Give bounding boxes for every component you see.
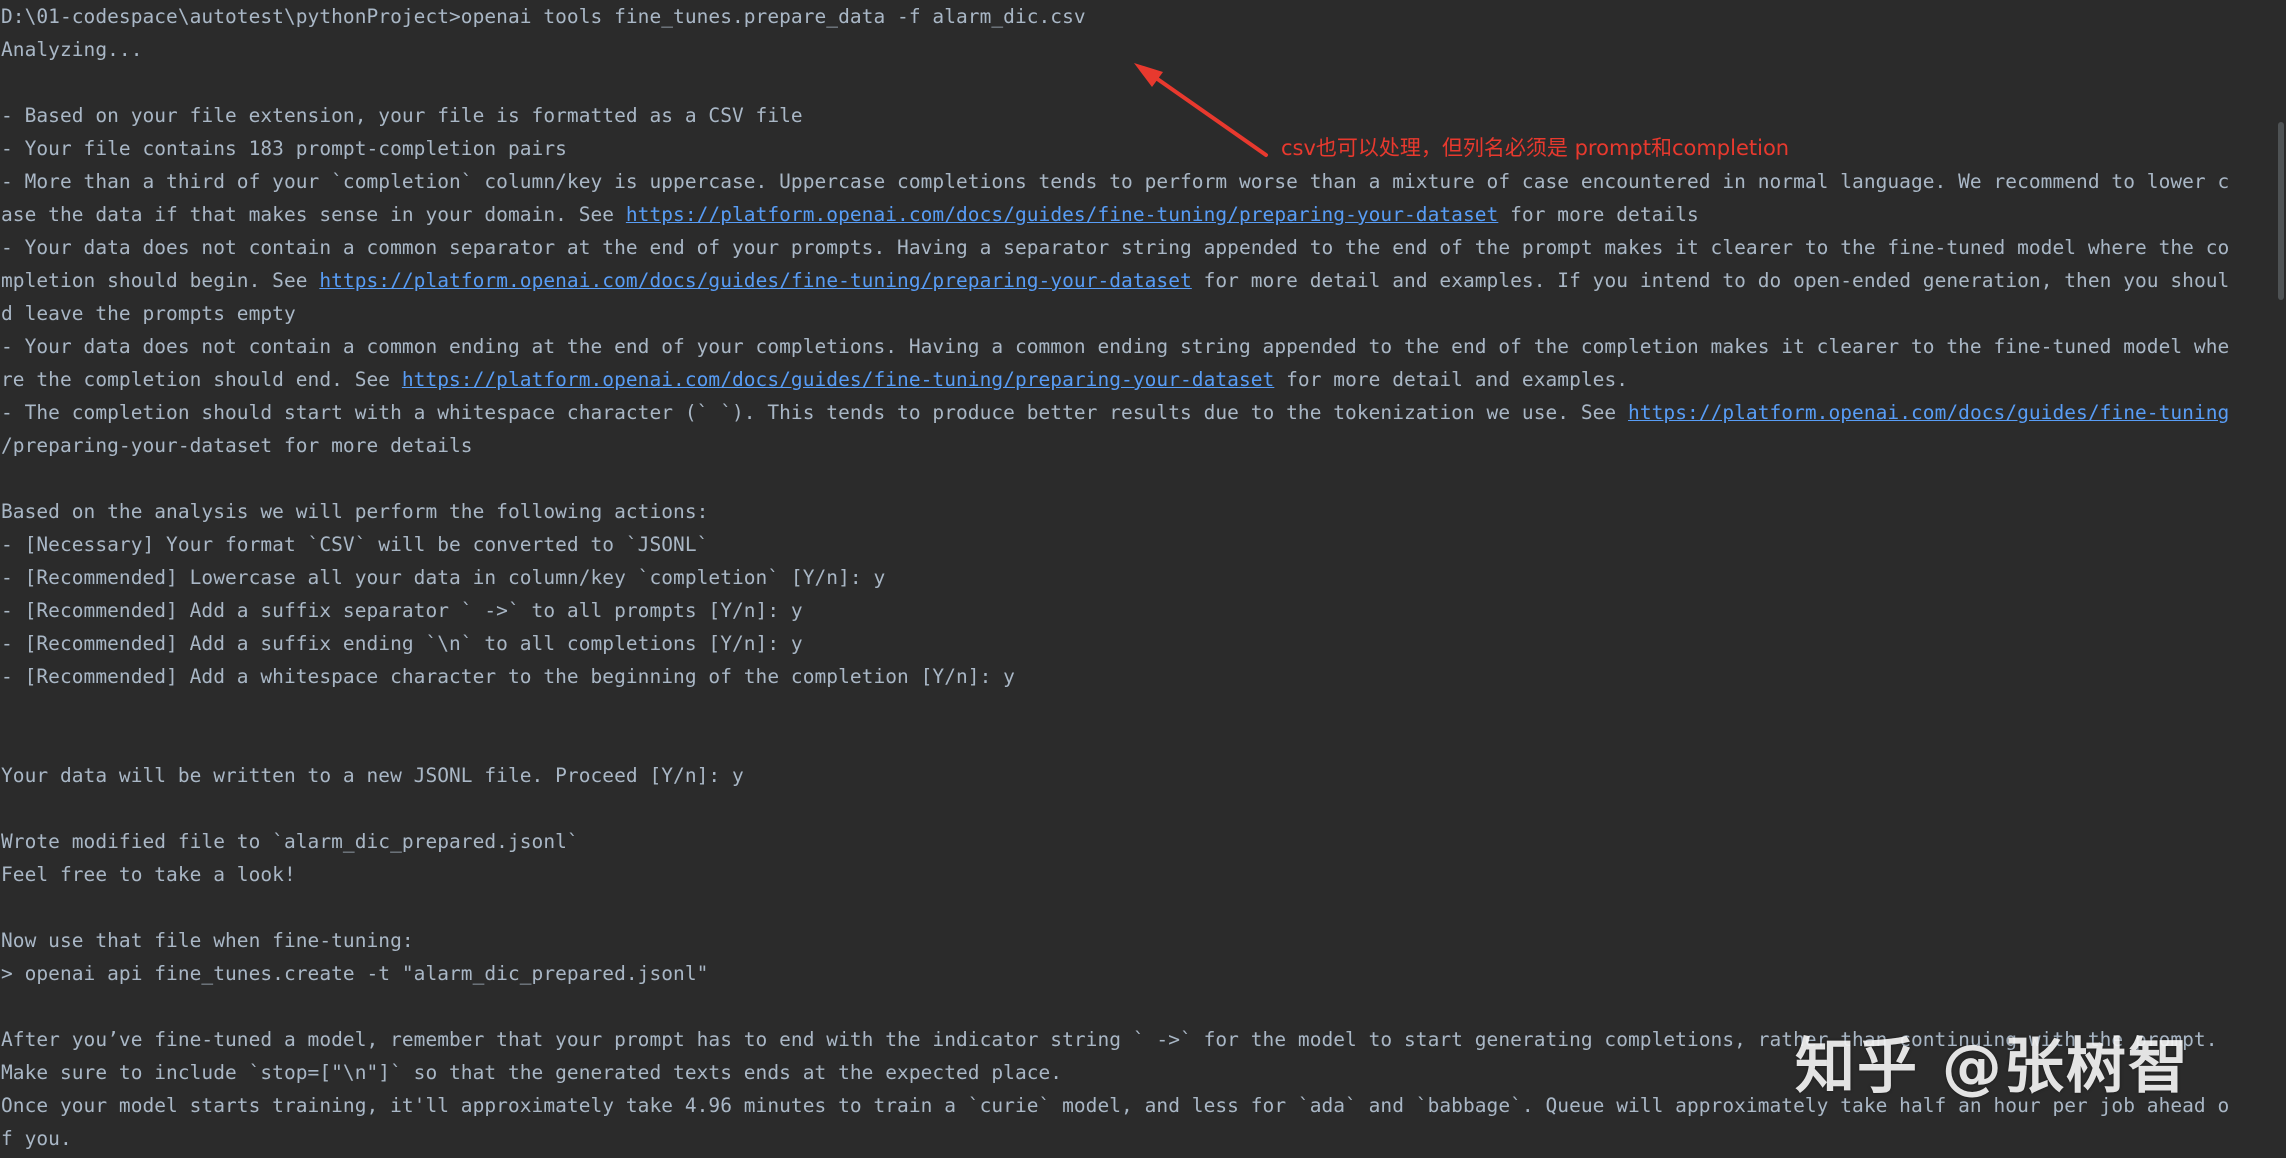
annotation-note: csv也可以处理，但列名必须是 prompt和completion — [1281, 136, 1790, 160]
terminal-line: - Your data does not contain a common en… — [0, 330, 2270, 363]
terminal-line: D:\01-codespace\autotest\pythonProject>o… — [0, 0, 2270, 33]
scrollbar-thumb[interactable] — [2278, 122, 2284, 300]
terminal-text: Feel free to take a look! — [1, 863, 296, 886]
terminal-line: re the completion should end. See https:… — [0, 363, 2270, 396]
terminal-text: f you. — [1, 1127, 72, 1150]
terminal-text: - Based on your file extension, your fil… — [1, 104, 803, 127]
terminal-text: re the completion should end. See — [1, 368, 402, 391]
terminal-line: Analyzing... — [0, 33, 2270, 66]
terminal-line: - More than a third of your `completion`… — [0, 165, 2270, 198]
terminal-text: - Your file contains 183 prompt-completi… — [1, 137, 567, 160]
terminal-link[interactable]: https://platform.openai.com/docs/guides/… — [626, 203, 1498, 226]
terminal-line: - [Necessary] Your format `CSV` will be … — [0, 528, 2270, 561]
terminal-text: d leave the prompts empty — [1, 302, 296, 325]
vertical-scrollbar[interactable] — [2274, 0, 2286, 1158]
terminal-line: - [Recommended] Add a suffix ending `\n`… — [0, 627, 2270, 660]
terminal-text: Your data will be written to a new JSONL… — [1, 764, 744, 787]
watermark: 知乎 @张树智 — [1795, 1032, 2190, 1102]
terminal-line: - The completion should start with a whi… — [0, 396, 2270, 429]
terminal-text: Wrote modified file to `alarm_dic_prepar… — [1, 830, 579, 853]
terminal-text: for more detail and examples. — [1274, 368, 1629, 391]
terminal-line: > openai api fine_tunes.create -t "alarm… — [0, 957, 2270, 990]
terminal-output[interactable]: D:\01-codespace\autotest\pythonProject>o… — [0, 0, 2270, 1158]
terminal-line: /preparing-your-dataset for more details — [0, 429, 2270, 462]
terminal-text: for more details — [1498, 203, 1699, 226]
terminal-line: ase the data if that makes sense in your… — [0, 198, 2270, 231]
terminal-text: Analyzing... — [1, 38, 143, 61]
terminal-line: d leave the prompts empty — [0, 297, 2270, 330]
terminal-text: - Your data does not contain a common en… — [1, 335, 2230, 358]
terminal-line: Based on the analysis we will perform th… — [0, 495, 2270, 528]
terminal-text: - [Recommended] Lowercase all your data … — [1, 566, 886, 589]
terminal-link[interactable]: https://platform.openai.com/docs/guides/… — [1628, 401, 2229, 424]
terminal-text: for more detail and examples. If you int… — [1191, 269, 2230, 292]
terminal-line: Feel free to take a look! — [0, 858, 2270, 891]
terminal-line: - [Recommended] Add a whitespace charact… — [0, 660, 2270, 693]
terminal-line: - Your data does not contain a common se… — [0, 231, 2270, 264]
terminal-line: f you. — [0, 1122, 2270, 1155]
terminal-text: mpletion should begin. See — [1, 269, 320, 292]
terminal-text: - [Necessary] Your format `CSV` will be … — [1, 533, 709, 556]
terminal-text: - More than a third of your `completion`… — [1, 170, 2230, 193]
terminal-text: D:\01-codespace\autotest\pythonProject>o… — [1, 5, 1086, 28]
terminal-text: - [Recommended] Add a suffix separator `… — [1, 599, 803, 622]
terminal-link[interactable]: https://platform.openai.com/docs/guides/… — [402, 368, 1274, 391]
terminal-text: > openai api fine_tunes.create -t "alarm… — [1, 962, 709, 985]
terminal-line: - [Recommended] Add a suffix separator `… — [0, 594, 2270, 627]
terminal-line: - Based on your file extension, your fil… — [0, 99, 2270, 132]
terminal-text: - Your data does not contain a common se… — [1, 236, 2230, 259]
terminal-text: Now use that file when fine-tuning: — [1, 929, 414, 952]
terminal-text: ase the data if that makes sense in your… — [1, 203, 626, 226]
terminal-link[interactable]: https://platform.openai.com/docs/guides/… — [319, 269, 1191, 292]
terminal-line: - Your file contains 183 prompt-completi… — [0, 132, 2270, 165]
terminal-text: /preparing-your-dataset for more details — [1, 434, 473, 457]
terminal-line: Your data will be written to a new JSONL… — [0, 759, 2270, 792]
terminal-line: - [Recommended] Lowercase all your data … — [0, 561, 2270, 594]
terminal-text: Based on the analysis we will perform th… — [1, 500, 709, 523]
terminal-text: - The completion should start with a whi… — [1, 401, 1629, 424]
terminal-line: Wrote modified file to `alarm_dic_prepar… — [0, 825, 2270, 858]
terminal-text: - [Recommended] Add a whitespace charact… — [1, 665, 1015, 688]
terminal-line: mpletion should begin. See https://platf… — [0, 264, 2270, 297]
terminal-line: Now use that file when fine-tuning: — [0, 924, 2270, 957]
terminal-text: - [Recommended] Add a suffix ending `\n`… — [1, 632, 803, 655]
terminal-text: Make sure to include `stop=["\n"]` so th… — [1, 1061, 1063, 1084]
